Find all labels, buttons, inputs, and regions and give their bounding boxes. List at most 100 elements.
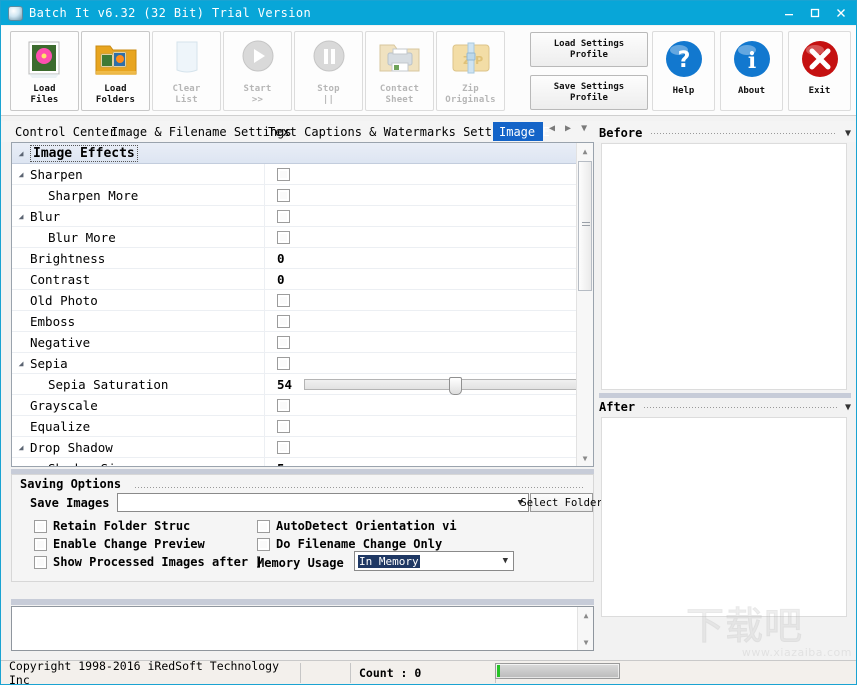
show-processed-images-checkbox-row[interactable]: Show Processed Images after ] — [34, 555, 263, 569]
effect-checkbox[interactable] — [277, 398, 290, 412]
autodetect-orientation-checkbox[interactable] — [257, 519, 270, 533]
grid-row[interactable]: ◢ Drop Shadow — [12, 437, 593, 458]
grid-row[interactable]: Emboss — [12, 311, 593, 332]
effect-value[interactable]: 5 — [277, 461, 285, 467]
scroll-up-icon[interactable]: ▲ — [577, 143, 593, 159]
do-filename-change-only-checkbox-row[interactable]: Do Filename Change Only — [257, 537, 442, 551]
grid-row-value-cell[interactable]: 54 — [264, 374, 593, 395]
effect-checkbox[interactable] — [277, 188, 290, 202]
grid-row[interactable]: Contrast 0 — [12, 269, 593, 290]
contact-sheet-button[interactable]: Contact Sheet — [365, 31, 434, 111]
expander-triangle-icon[interactable]: ◢ — [12, 443, 30, 452]
expander-triangle-icon[interactable]: ◢ — [12, 170, 30, 179]
after-preview-area[interactable] — [601, 417, 847, 617]
grid-row[interactable]: Sharpen More — [12, 185, 593, 206]
grid-scrollbar[interactable]: ▲ ▼ — [576, 143, 593, 466]
log-scrollbar[interactable]: ▲ ▼ — [577, 607, 593, 650]
grid-row-value-cell[interactable] — [264, 185, 593, 205]
grid-row[interactable]: ◢ Sepia — [12, 353, 593, 374]
stop-button[interactable]: Stop || — [294, 31, 363, 111]
grid-row-value-cell[interactable] — [264, 290, 593, 310]
chevron-down-icon[interactable]: ▼ — [845, 402, 851, 413]
grid-row-value-cell[interactable] — [264, 416, 593, 436]
expander-triangle-icon[interactable]: ◢ — [12, 149, 30, 158]
grid-row-value-cell[interactable] — [264, 332, 593, 352]
maximize-icon[interactable] — [802, 2, 828, 24]
prev-arrow-icon[interactable]: ◀ — [549, 123, 555, 134]
scroll-up-icon[interactable]: ▲ — [578, 607, 594, 623]
autodetect-orientation-checkbox-row[interactable]: AutoDetect Orientation vi — [257, 519, 457, 533]
grid-row-value-cell[interactable] — [264, 437, 593, 457]
grid-row-value-cell[interactable] — [264, 353, 593, 373]
grid-row[interactable]: Shadow Size 5 — [12, 458, 593, 467]
effect-checkbox[interactable] — [277, 209, 290, 223]
save-settings-profile-button[interactable]: Save Settings Profile — [530, 75, 648, 110]
grid-row-value-cell[interactable] — [264, 227, 593, 247]
start-button[interactable]: Start >> — [223, 31, 292, 111]
grid-row[interactable]: Grayscale — [12, 395, 593, 416]
load-settings-profile-button[interactable]: Load Settings Profile — [530, 32, 648, 67]
grid-row[interactable]: ◢ Blur — [12, 206, 593, 227]
effect-checkbox[interactable] — [277, 230, 290, 244]
effect-checkbox[interactable] — [277, 356, 290, 370]
grid-row[interactable]: ◢ Image Effects — [12, 143, 593, 164]
minimize-icon[interactable] — [776, 2, 802, 24]
grid-row[interactable]: Sepia Saturation 54 — [12, 374, 593, 395]
about-button[interactable]: i About — [720, 31, 783, 111]
grid-row-value-cell[interactable]: 0 — [264, 248, 593, 268]
next-arrow-icon[interactable]: ▶ — [565, 123, 571, 134]
clear-list-button[interactable]: Clear List — [152, 31, 221, 111]
grid-row-value-cell[interactable] — [264, 164, 593, 184]
do-filename-change-only-checkbox[interactable] — [257, 537, 270, 551]
load-folders-button[interactable]: Load Folders — [81, 31, 150, 111]
retain-folder-struct-checkbox-row[interactable]: Retain Folder Struc — [34, 519, 190, 533]
grid-row[interactable]: Equalize — [12, 416, 593, 437]
preview-separator — [599, 393, 851, 398]
status-bar: Copyright 1998-2016 iRedSoft Technology … — [1, 659, 856, 684]
grid-row[interactable]: Brightness 0 — [12, 248, 593, 269]
effect-checkbox[interactable] — [277, 419, 290, 433]
grid-scrollbar-thumb[interactable] — [578, 161, 592, 291]
zip-originals-button[interactable]: ZIP Zip Originals — [436, 31, 505, 111]
save-images-input[interactable]: ▼ — [117, 493, 529, 512]
expander-triangle-icon[interactable]: ◢ — [12, 212, 30, 221]
tab-text-captions-watermarks-settings[interactable]: Text Captions & Watermarks Settings — [262, 122, 527, 141]
log-output-box[interactable]: ▲ ▼ — [11, 606, 594, 651]
dropdown-arrow-icon[interactable]: ▼ — [581, 123, 587, 134]
grid-row[interactable]: ◢ Sharpen — [12, 164, 593, 185]
expander-triangle-icon[interactable]: ◢ — [12, 359, 30, 368]
help-button[interactable]: ? Help — [652, 31, 715, 111]
scroll-down-icon[interactable]: ▼ — [578, 634, 594, 650]
exit-button[interactable]: Exit — [788, 31, 851, 111]
effect-checkbox[interactable] — [277, 335, 290, 349]
effect-checkbox[interactable] — [277, 167, 290, 181]
memory-usage-select[interactable]: In Memory ▼ — [354, 551, 514, 571]
slider-thumb[interactable] — [449, 376, 463, 395]
enable-change-preview-checkbox[interactable] — [34, 537, 47, 551]
grid-row[interactable]: Negative — [12, 332, 593, 353]
select-folder-button[interactable]: Select Folder — [520, 493, 603, 512]
effect-value[interactable]: 0 — [277, 251, 285, 266]
grid-row[interactable]: Blur More — [12, 227, 593, 248]
grid-row-value-cell[interactable] — [264, 206, 593, 226]
grid-row-value-cell[interactable] — [264, 395, 593, 415]
effect-checkbox[interactable] — [277, 440, 290, 454]
close-icon[interactable] — [828, 2, 854, 24]
grid-row-value-cell[interactable]: 0 — [264, 269, 593, 289]
grid-row-value-cell[interactable]: 5 — [264, 458, 593, 467]
scroll-down-icon[interactable]: ▼ — [577, 450, 593, 466]
tab-image-effects[interactable]: Image E — [493, 122, 550, 141]
sepia-saturation-slider[interactable] — [304, 376, 585, 395]
grid-row-value-cell[interactable] — [264, 311, 593, 331]
effect-value[interactable]: 0 — [277, 272, 285, 287]
retain-folder-struct-checkbox[interactable] — [34, 519, 47, 533]
show-processed-images-checkbox[interactable] — [34, 555, 47, 569]
chevron-down-icon[interactable]: ▼ — [845, 128, 851, 139]
before-preview-area[interactable] — [601, 143, 847, 390]
effect-checkbox[interactable] — [277, 293, 290, 307]
effect-checkbox[interactable] — [277, 314, 290, 328]
load-files-button[interactable]: Load Files — [10, 31, 79, 111]
enable-change-preview-checkbox-row[interactable]: Enable Change Preview — [34, 537, 205, 551]
chevron-down-icon[interactable]: ▼ — [503, 556, 508, 566]
grid-row[interactable]: Old Photo — [12, 290, 593, 311]
